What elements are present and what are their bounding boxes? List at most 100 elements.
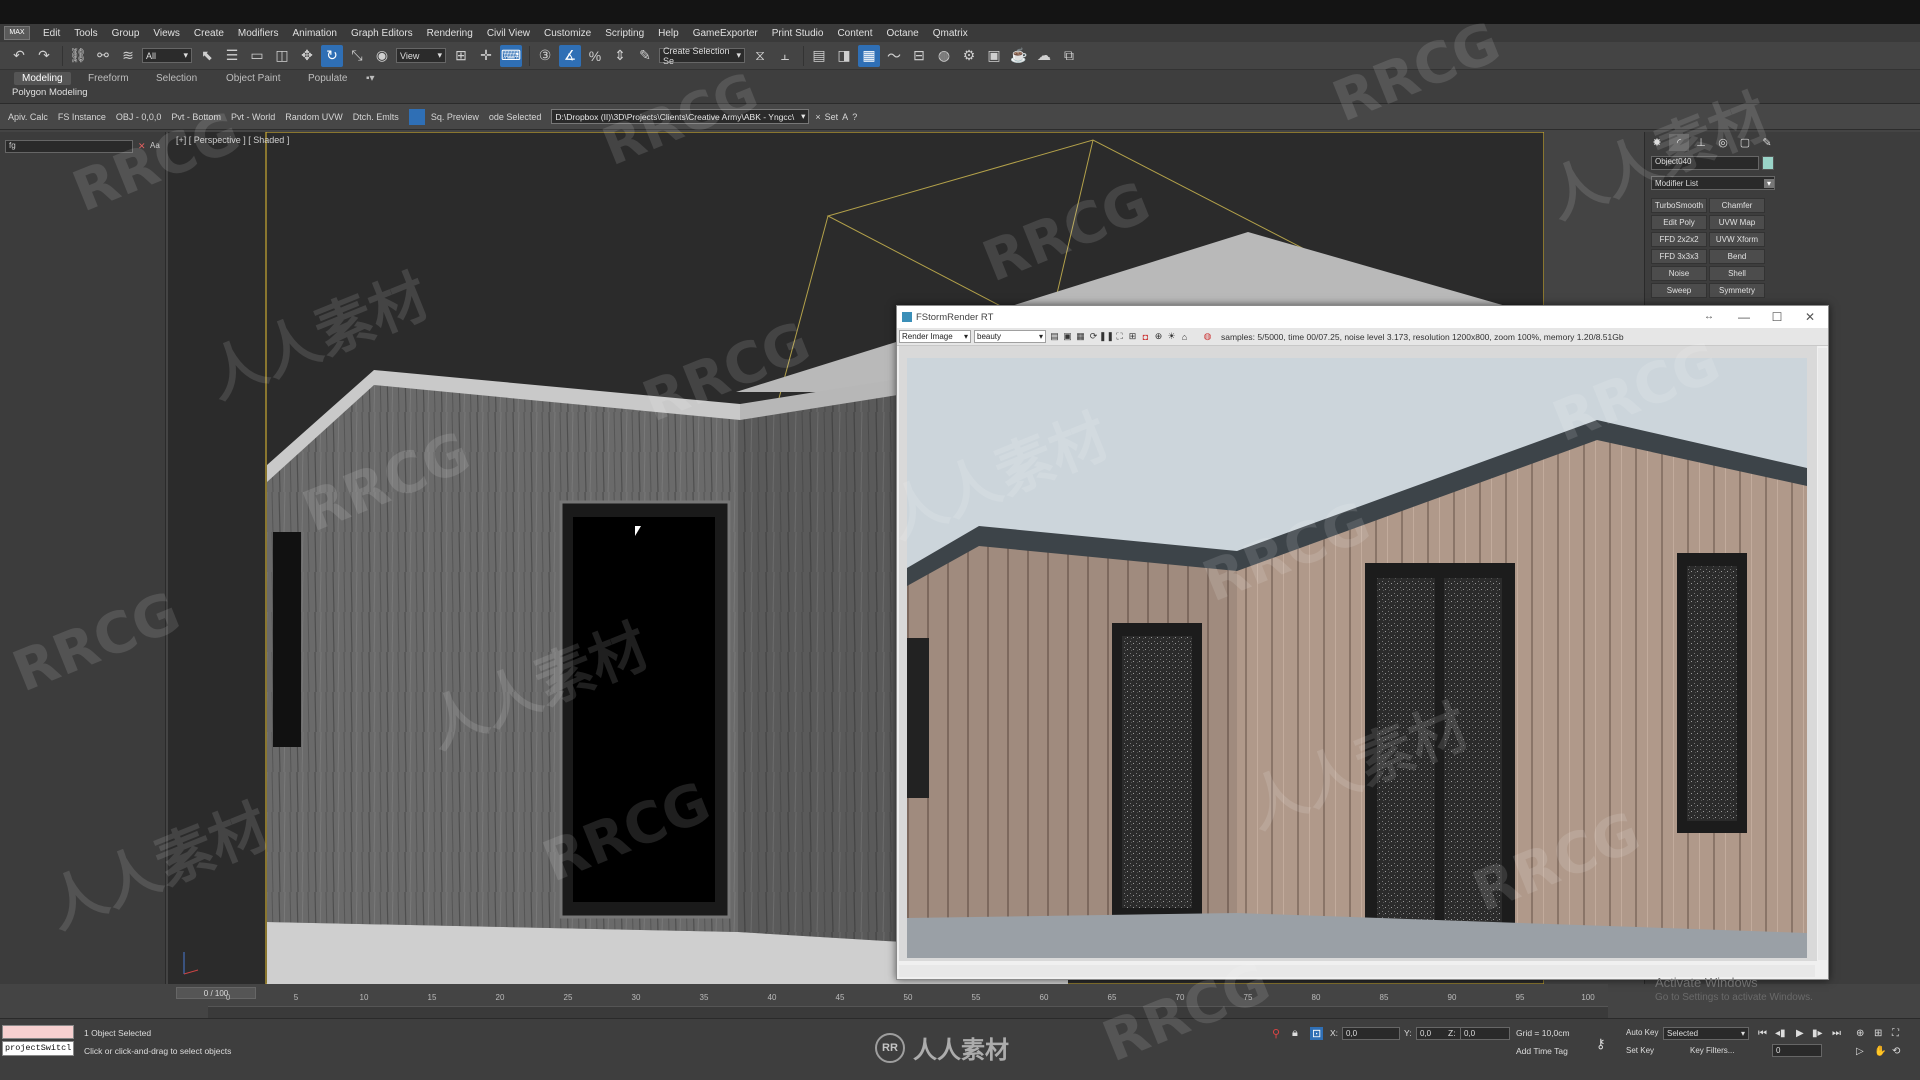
modifier-edit-poly-button[interactable]: Edit Poly bbox=[1651, 215, 1707, 230]
menu-modifiers[interactable]: Modifiers bbox=[231, 28, 286, 39]
undo-icon[interactable]: ↶ bbox=[8, 45, 30, 67]
keyboard-shortcut-override-icon[interactable]: ⌨ bbox=[500, 44, 522, 67]
pick-focus-icon[interactable]: ⊕ bbox=[1153, 331, 1164, 342]
menu-civil-view[interactable]: Civil View bbox=[480, 28, 537, 39]
project-path-combo[interactable]: D:\Dropbox (II)\3D\Projects\Clients\Crea… bbox=[551, 109, 810, 124]
menu-edit[interactable]: Edit bbox=[36, 28, 67, 39]
tab-modeling[interactable]: Modeling bbox=[14, 72, 71, 85]
fstorm-titlebar[interactable]: FStormRender RT ↔ — ☐ ✕ bbox=[897, 306, 1828, 328]
modifier-bend-button[interactable]: Bend bbox=[1709, 249, 1765, 264]
unlink-icon[interactable]: ⚯ bbox=[92, 45, 114, 67]
resize-arrows-icon[interactable]: ↔ bbox=[1695, 308, 1723, 326]
a-button[interactable]: A bbox=[842, 112, 848, 122]
clone-window-icon[interactable]: ▦ bbox=[1075, 331, 1086, 342]
select-by-name-icon[interactable]: ☰ bbox=[221, 45, 243, 67]
move-icon[interactable]: ✥ bbox=[296, 45, 318, 67]
render-iterative-icon[interactable]: ☁ bbox=[1033, 45, 1055, 67]
zoom-extents-icon[interactable]: ⛶ bbox=[1892, 1028, 1899, 1039]
auto-key-button[interactable]: Auto Key bbox=[1626, 1028, 1658, 1037]
x-coord-field[interactable]: 0,0 bbox=[1342, 1027, 1400, 1040]
scale-icon[interactable]: ⤡ bbox=[346, 45, 368, 67]
maxscript-listener-input[interactable]: projectSwitcl bbox=[2, 1041, 74, 1056]
close-path-icon[interactable]: × bbox=[815, 112, 820, 122]
absolute-mode-icon[interactable]: ⊡ bbox=[1310, 1027, 1324, 1040]
link-icon[interactable]: ⛓ bbox=[67, 45, 89, 67]
hierarchy-tab-icon[interactable]: ⊥ bbox=[1691, 134, 1711, 151]
tab-freeform[interactable]: Freeform bbox=[80, 72, 137, 85]
material-editor-icon[interactable]: ◍ bbox=[933, 45, 955, 67]
time-slider[interactable]: 0 / 100 bbox=[176, 987, 256, 999]
obj-zero-button[interactable]: OBJ - 0,0,0 bbox=[116, 112, 162, 122]
object-name-field[interactable]: Object040 bbox=[1651, 156, 1759, 170]
zoom-all-icon[interactable]: ⊞ bbox=[1874, 1028, 1882, 1039]
display-tab-icon[interactable]: ▢ bbox=[1735, 134, 1755, 151]
lock-selection-icon[interactable]: 🔒︎ bbox=[1292, 1027, 1298, 1040]
render-production-icon[interactable]: ☕ bbox=[1008, 45, 1030, 67]
menu-create[interactable]: Create bbox=[187, 28, 231, 39]
redo-icon[interactable]: ↷ bbox=[33, 45, 55, 67]
preview-icon[interactable] bbox=[408, 108, 425, 125]
menu-tools[interactable]: Tools bbox=[67, 28, 104, 39]
go-to-start-icon[interactable]: ⏮ bbox=[1758, 1028, 1767, 1039]
render-setup-icon[interactable]: ⚙ bbox=[958, 45, 980, 67]
render-online-icon[interactable]: ⧉ bbox=[1058, 45, 1080, 67]
pause-icon[interactable]: ❚❚ bbox=[1099, 331, 1114, 342]
spinner-snap-icon[interactable]: ⇕ bbox=[609, 45, 631, 67]
render-pass-combo[interactable]: beauty ▾ bbox=[974, 330, 1046, 343]
region-render-icon[interactable]: ⛶ bbox=[1114, 331, 1125, 342]
random-uvw-button[interactable]: Random UVW bbox=[285, 112, 343, 122]
menu-scripting[interactable]: Scripting bbox=[598, 28, 651, 39]
create-tab-icon[interactable]: ✸ bbox=[1647, 134, 1667, 151]
rendered-frame-window-icon[interactable]: ▣ bbox=[983, 45, 1005, 67]
window-crossing-icon[interactable]: ◫ bbox=[271, 45, 293, 67]
render-canvas-area[interactable] bbox=[899, 346, 1817, 961]
key-mode-combo[interactable]: Selected ▾ bbox=[1663, 1027, 1749, 1040]
polygon-modeling-label[interactable]: Polygon Modeling bbox=[12, 87, 88, 98]
timeline-track[interactable] bbox=[208, 1006, 1608, 1018]
stop-render-icon[interactable]: ◘ bbox=[1140, 331, 1151, 342]
isolate-selection-icon[interactable]: ⚲ bbox=[1272, 1027, 1280, 1040]
pvt-bottom-button[interactable]: Pvt - Bottom bbox=[171, 112, 221, 122]
close-button[interactable]: ✕ bbox=[1796, 308, 1824, 326]
lock-camera-icon[interactable]: ⌂ bbox=[1179, 331, 1190, 342]
fs-instance-button[interactable]: FS Instance bbox=[58, 112, 106, 122]
menu-qmatrix[interactable]: Qmatrix bbox=[926, 28, 975, 39]
edit-named-selection-icon[interactable]: ✎ bbox=[634, 45, 656, 67]
dtch-emlts-button[interactable]: Dtch. Emlts bbox=[353, 112, 399, 122]
render-type-combo[interactable]: Render Image ▾ bbox=[899, 330, 971, 343]
schematic-view-icon[interactable]: ⊟ bbox=[908, 45, 930, 67]
place-icon[interactable]: ◉ bbox=[371, 45, 393, 67]
refresh-icon[interactable]: ⟳ bbox=[1088, 331, 1099, 342]
layer-explorer-icon[interactable]: ◨ bbox=[833, 45, 855, 67]
ribbon-options-icon[interactable]: ▪▾ bbox=[362, 72, 379, 85]
menu-help[interactable]: Help bbox=[651, 28, 686, 39]
selection-filter-combo[interactable]: All ▾ bbox=[142, 48, 192, 63]
current-frame-field[interactable]: 0 bbox=[1772, 1044, 1822, 1057]
modifier-chamfer-button[interactable]: Chamfer bbox=[1709, 198, 1765, 213]
menu-group[interactable]: Group bbox=[105, 28, 147, 39]
z-coord-field[interactable]: 0,0 bbox=[1460, 1027, 1510, 1040]
modify-tab-icon[interactable]: ◜ bbox=[1669, 134, 1689, 151]
select-object-icon[interactable]: ⬉ bbox=[196, 45, 218, 67]
maximize-button[interactable]: ☐ bbox=[1763, 308, 1791, 326]
menu-rendering[interactable]: Rendering bbox=[420, 28, 480, 39]
maxscript-listener-output[interactable] bbox=[2, 1025, 74, 1039]
fov-icon[interactable]: ▷ bbox=[1856, 1046, 1864, 1057]
menu-content[interactable]: Content bbox=[830, 28, 879, 39]
play-icon[interactable]: ▶ bbox=[1796, 1028, 1804, 1039]
pivot-center-icon[interactable]: ⊞ bbox=[450, 45, 472, 67]
copy-image-icon[interactable]: ▣ bbox=[1062, 331, 1073, 342]
scene-explorer-icon[interactable]: ▤ bbox=[808, 45, 830, 67]
app-logo[interactable]: MAX bbox=[4, 26, 30, 40]
pan-icon[interactable]: ✋ bbox=[1874, 1046, 1886, 1057]
key-filters-button[interactable]: Key Filters... bbox=[1690, 1046, 1734, 1055]
orbit-icon[interactable]: ⟲ bbox=[1892, 1046, 1900, 1057]
curve-editor-icon[interactable]: 〜 bbox=[883, 45, 905, 67]
rotate-icon[interactable]: ↻ bbox=[321, 44, 343, 67]
clear-search-icon[interactable]: ✕ bbox=[138, 141, 146, 152]
pvt-world-button[interactable]: Pvt - World bbox=[231, 112, 275, 122]
modifier-uvw-xform-button[interactable]: UVW Xform bbox=[1709, 232, 1765, 247]
modifier-shell-button[interactable]: Shell bbox=[1709, 266, 1765, 281]
ribbon-toggle-icon[interactable]: ▦ bbox=[858, 44, 880, 67]
percent-snap-icon[interactable]: % bbox=[584, 45, 606, 67]
